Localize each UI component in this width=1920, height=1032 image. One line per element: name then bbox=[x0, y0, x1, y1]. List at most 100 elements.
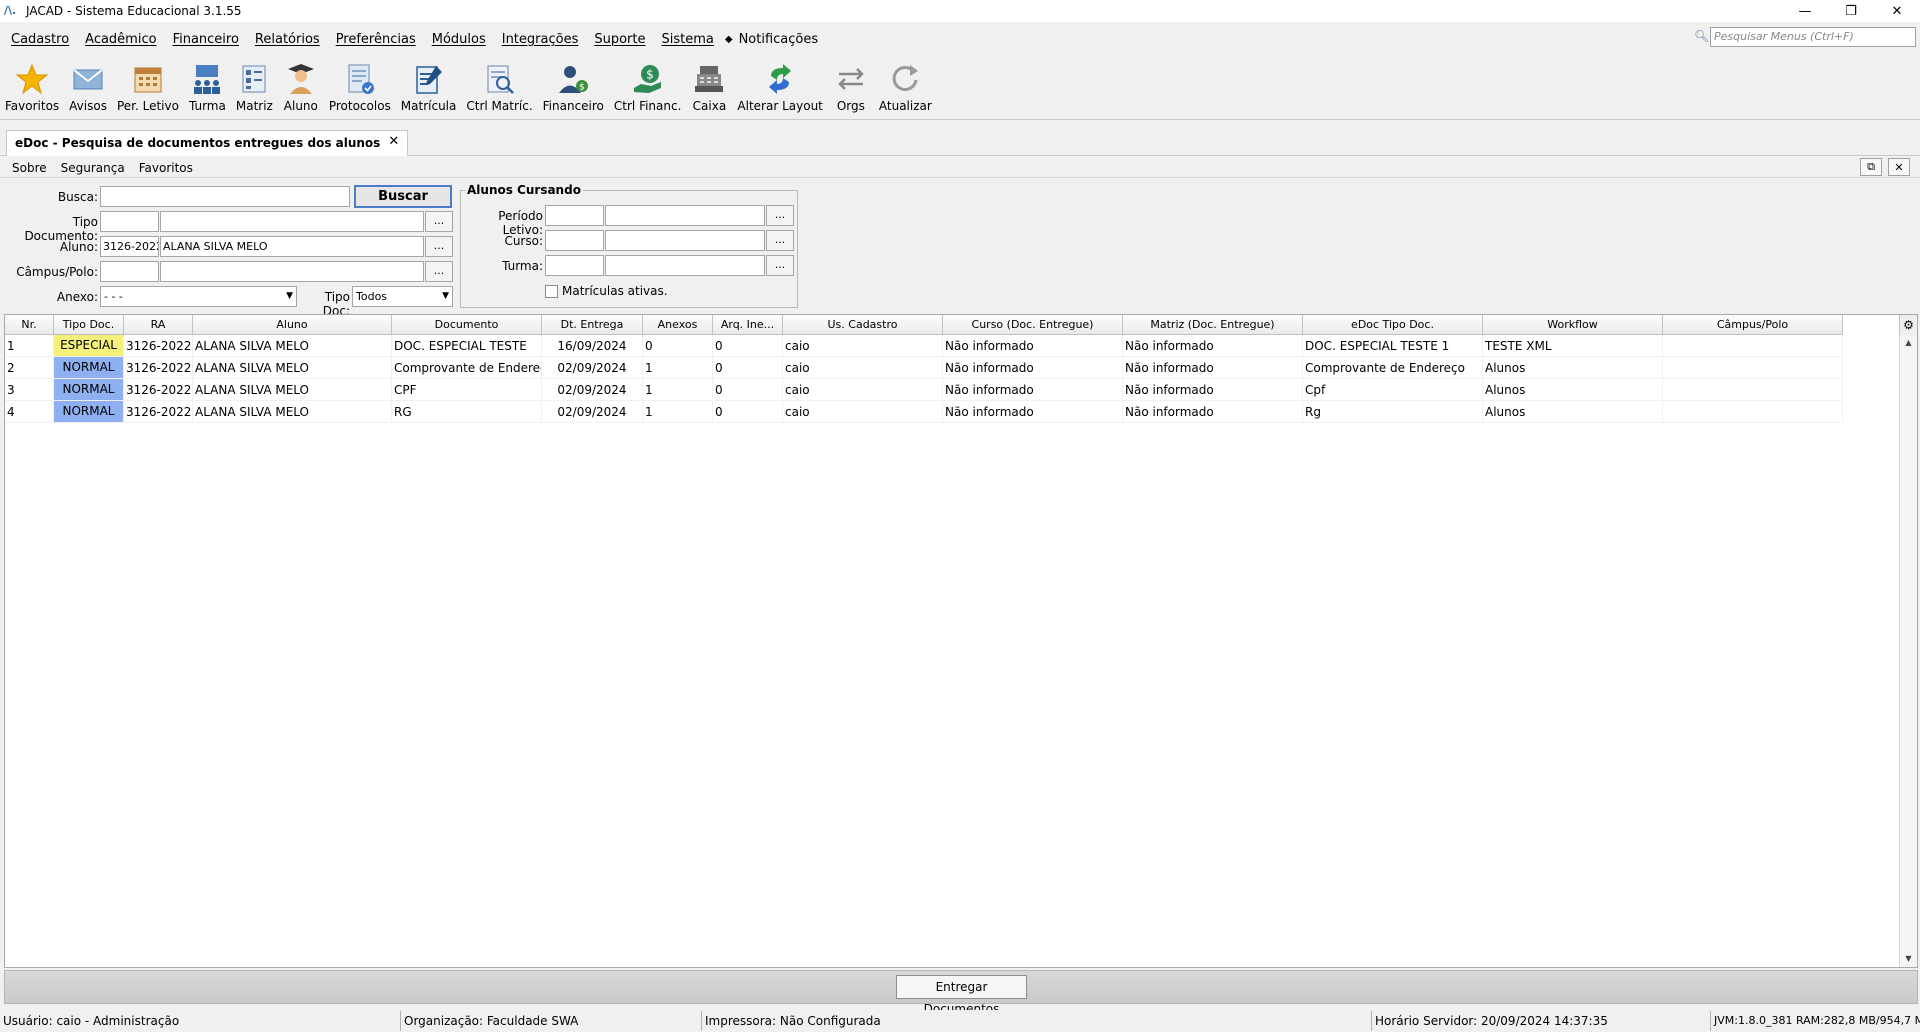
tipo-doc-select[interactable]: Todos ▼ bbox=[352, 286, 453, 307]
cell-ra: 3126-2022 bbox=[124, 335, 193, 357]
busca-input[interactable] bbox=[100, 186, 350, 207]
menu-academico[interactable]: Acadêmico bbox=[85, 32, 156, 47]
menu-preferencias[interactable]: Preferências bbox=[336, 32, 416, 47]
toolbar-ctrl-financ-button[interactable]: $ Ctrl Financ. bbox=[609, 54, 687, 120]
tab-edoc-pesquisa[interactable]: eDoc - Pesquisa de documentos entregues … bbox=[6, 130, 409, 156]
toolbar-label: Avisos bbox=[69, 99, 107, 113]
column-header-ra[interactable]: RA bbox=[124, 315, 193, 335]
curso-name-input[interactable] bbox=[605, 230, 765, 251]
column-header-dt-entrega[interactable]: Dt. Entrega bbox=[542, 315, 643, 335]
toolbar-per-letivo-button[interactable]: Per. Letivo bbox=[112, 54, 184, 120]
cell-aluno: ALANA SILVA MELO bbox=[193, 357, 392, 379]
toolbar-orgs-button[interactable]: Orgs bbox=[828, 54, 874, 120]
periodo-letivo-code-input[interactable] bbox=[545, 205, 604, 226]
busca-label: Busca: bbox=[57, 190, 98, 204]
toolbar-atualizar-button[interactable]: Atualizar bbox=[874, 54, 937, 120]
toolbar-favoritos-button[interactable]: Favoritos bbox=[0, 54, 64, 120]
column-header-documento[interactable]: Documento bbox=[392, 315, 542, 335]
column-header-workflow[interactable]: Workflow bbox=[1483, 315, 1663, 335]
menu-modulos[interactable]: Módulos bbox=[432, 32, 486, 47]
turma-code-input[interactable] bbox=[545, 255, 604, 276]
column-header-us-cadastro[interactable]: Us. Cadastro bbox=[783, 315, 943, 335]
anexo-label: Anexo: bbox=[56, 290, 98, 304]
cell-workflow: TESTE XML bbox=[1483, 335, 1663, 357]
campus-code-input[interactable] bbox=[100, 261, 159, 282]
submenu-sobre[interactable]: Sobre bbox=[12, 161, 47, 175]
matriculas-ativas-checkbox[interactable] bbox=[545, 285, 558, 298]
status-organizacao: Organização: Faculdade SWA bbox=[401, 1011, 702, 1031]
periodo-letivo-lookup-button[interactable]: ... bbox=[766, 205, 794, 226]
close-tab-icon[interactable]: ✕ bbox=[1888, 158, 1910, 176]
toolbar-avisos-button[interactable]: Avisos bbox=[64, 54, 112, 120]
table-row[interactable]: 2 NORMAL 3126-2022 ALANA SILVA MELO Comp… bbox=[5, 357, 1843, 379]
curso-lookup-button[interactable]: ... bbox=[766, 230, 794, 251]
table-row[interactable]: 1 ESPECIAL 3126-2022 ALANA SILVA MELO DO… bbox=[5, 335, 1843, 357]
scroll-down-icon[interactable]: ▼ bbox=[1900, 951, 1917, 967]
tipo-documento-code-input[interactable] bbox=[100, 211, 159, 232]
aluno-code-input[interactable]: 3126-2022 bbox=[100, 236, 159, 257]
chevron-down-icon: ▼ bbox=[286, 291, 293, 301]
toolbar-matricula-button[interactable]: Matrícula bbox=[396, 54, 462, 120]
cell-nr: 4 bbox=[5, 401, 54, 423]
close-window-button[interactable]: ✕ bbox=[1874, 0, 1920, 22]
toolbar-alterar-layout-button[interactable]: Alterar Layout bbox=[732, 54, 827, 120]
submenu-favoritos[interactable]: Favoritos bbox=[139, 161, 193, 175]
campus-name-input[interactable] bbox=[160, 261, 424, 282]
toolbar-ctrl-matric-button[interactable]: Ctrl Matríc. bbox=[461, 54, 537, 120]
cell-aluno: ALANA SILVA MELO bbox=[193, 401, 392, 423]
curso-code-input[interactable] bbox=[545, 230, 604, 251]
minimize-button[interactable]: — bbox=[1782, 0, 1828, 22]
cell-dt-entrega: 02/09/2024 bbox=[542, 379, 643, 401]
scroll-up-icon[interactable]: ▲ bbox=[1900, 335, 1917, 351]
grid-header: Nr. Tipo Doc. RA Aluno Documento Dt. Ent… bbox=[5, 315, 1843, 335]
toolbar-turma-button[interactable]: Turma bbox=[184, 54, 231, 120]
vertical-scrollbar[interactable]: ▲ ▼ bbox=[1899, 335, 1917, 967]
menu-relatorios[interactable]: Relatórios bbox=[255, 32, 320, 47]
anexo-select[interactable]: - - - ▼ bbox=[100, 286, 297, 307]
anexo-select-value: - - - bbox=[104, 290, 123, 303]
menu-financeiro[interactable]: Financeiro bbox=[173, 32, 239, 47]
menu-search-input[interactable]: Pesquisar Menus (Ctrl+F) bbox=[1710, 27, 1916, 47]
column-header-matriz[interactable]: Matriz (Doc. Entregue) bbox=[1123, 315, 1303, 335]
column-header-curso[interactable]: Curso (Doc. Entregue) bbox=[943, 315, 1123, 335]
toolbar-protocolos-button[interactable]: Protocolos bbox=[324, 54, 396, 120]
column-header-edoc-tipo-doc[interactable]: eDoc Tipo Doc. bbox=[1303, 315, 1483, 335]
tipo-documento-lookup-button[interactable]: ... bbox=[425, 211, 453, 232]
gear-icon[interactable]: ⚙ bbox=[1899, 315, 1917, 335]
toolbar-aluno-button[interactable]: Aluno bbox=[278, 54, 324, 120]
table-row[interactable]: 4 NORMAL 3126-2022 ALANA SILVA MELO RG 0… bbox=[5, 401, 1843, 423]
column-header-campus-polo[interactable]: Câmpus/Polo bbox=[1663, 315, 1843, 335]
toolbar-financeiro-button[interactable]: $ Financeiro bbox=[538, 54, 609, 120]
tipo-documento-name-input[interactable] bbox=[160, 211, 424, 232]
campus-lookup-button[interactable]: ... bbox=[425, 261, 453, 282]
buscar-button[interactable]: Buscar bbox=[354, 185, 452, 208]
column-header-arq-ine[interactable]: Arq. Ine... bbox=[713, 315, 783, 335]
cell-curso: Não informado bbox=[943, 401, 1123, 423]
menu-cadastro[interactable]: Cadastro bbox=[11, 32, 69, 47]
aluno-lookup-button[interactable]: ... bbox=[425, 236, 453, 257]
menu-sistema[interactable]: Sistema bbox=[661, 32, 713, 47]
tab-strip: eDoc - Pesquisa de documentos entregues … bbox=[0, 130, 1920, 156]
column-header-aluno[interactable]: Aluno bbox=[193, 315, 392, 335]
table-row[interactable]: 3 NORMAL 3126-2022 ALANA SILVA MELO CPF … bbox=[5, 379, 1843, 401]
column-header-anexos[interactable]: Anexos bbox=[643, 315, 713, 335]
submenu-seguranca[interactable]: Segurança bbox=[61, 161, 125, 175]
entregar-documentos-button[interactable]: Entregar Documentos bbox=[896, 975, 1027, 1016]
toolbar-matriz-button[interactable]: Matriz bbox=[231, 54, 278, 120]
column-header-nr[interactable]: Nr. bbox=[5, 315, 54, 335]
cell-matriz: Não informado bbox=[1123, 401, 1303, 423]
tab-close-icon[interactable]: ✕ bbox=[388, 135, 399, 148]
detach-icon[interactable]: ⧉ bbox=[1860, 158, 1882, 176]
menu-suporte[interactable]: Suporte bbox=[594, 32, 645, 47]
turma-name-input[interactable] bbox=[605, 255, 765, 276]
aluno-name-input[interactable]: ALANA SILVA MELO bbox=[160, 236, 424, 257]
toolbar-caixa-button[interactable]: Caixa bbox=[686, 54, 732, 120]
cell-workflow: Alunos bbox=[1483, 379, 1663, 401]
cell-anexos: 1 bbox=[643, 357, 713, 379]
restore-button[interactable]: ❐ bbox=[1828, 0, 1874, 22]
menu-integracoes[interactable]: Integrações bbox=[502, 32, 579, 47]
menu-notificacoes[interactable]: Notificações bbox=[739, 32, 819, 47]
column-header-tipo-doc[interactable]: Tipo Doc. bbox=[54, 315, 124, 335]
turma-lookup-button[interactable]: ... bbox=[766, 255, 794, 276]
periodo-letivo-name-input[interactable] bbox=[605, 205, 765, 226]
